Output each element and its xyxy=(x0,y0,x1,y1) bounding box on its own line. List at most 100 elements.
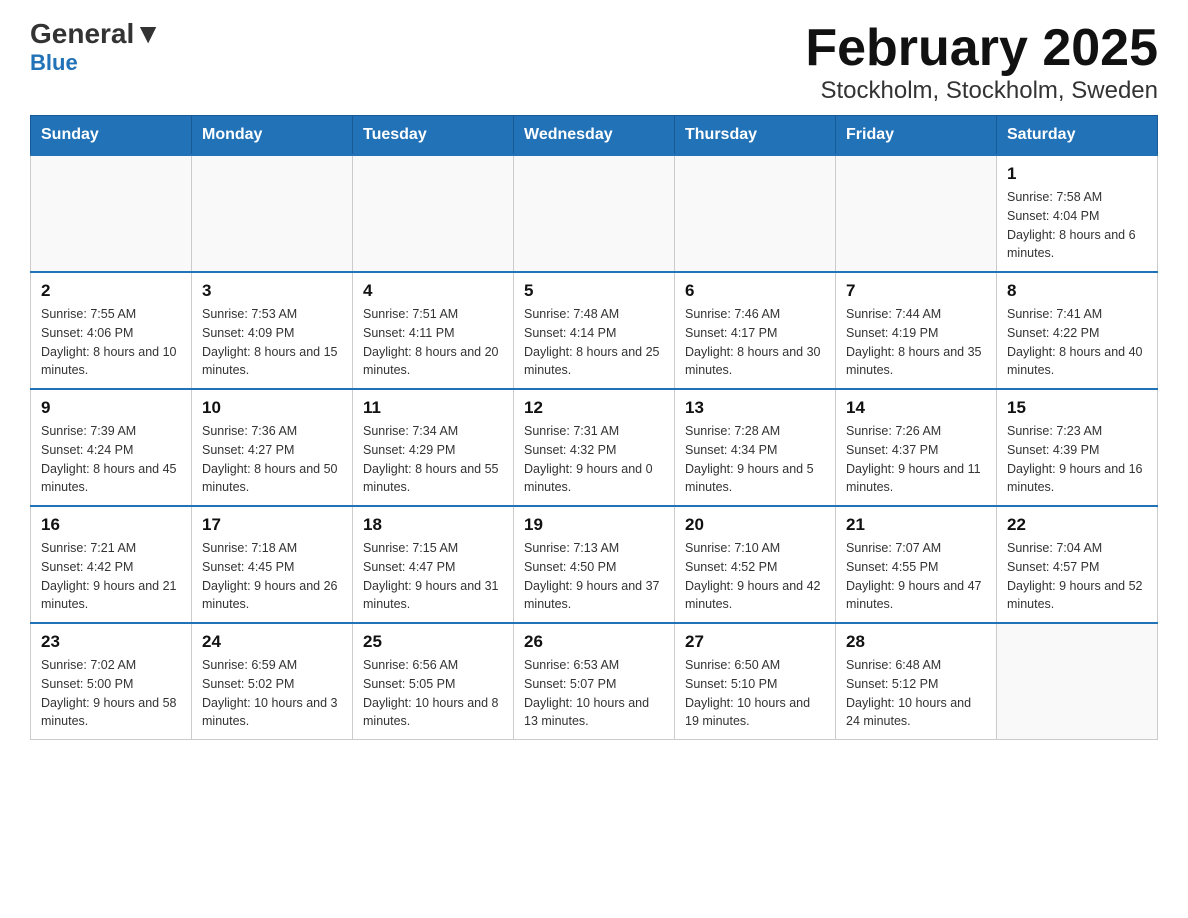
day-info: Sunrise: 7:39 AMSunset: 4:24 PMDaylight:… xyxy=(41,422,181,497)
col-thursday: Thursday xyxy=(675,116,836,156)
calendar-cell: 21 Sunrise: 7:07 AMSunset: 4:55 PMDayligh… xyxy=(836,506,997,623)
day-info: Sunrise: 7:31 AMSunset: 4:32 PMDaylight:… xyxy=(524,422,664,497)
day-number: 24 xyxy=(202,632,342,652)
day-info: Sunrise: 7:28 AMSunset: 4:34 PMDaylight:… xyxy=(685,422,825,497)
calendar-cell: 13 Sunrise: 7:28 AMSunset: 4:34 PMDayligh… xyxy=(675,389,836,506)
day-info: Sunrise: 6:56 AMSunset: 5:05 PMDaylight:… xyxy=(363,656,503,731)
calendar-cell: 28Sunrise: 6:48 AMSunset: 5:12 PMDayligh… xyxy=(836,623,997,740)
calendar-cell: 25 Sunrise: 6:56 AMSunset: 5:05 PMDayligh… xyxy=(353,623,514,740)
calendar-header: Sunday Monday Tuesday Wednesday Thursday… xyxy=(31,116,1158,156)
day-number: 2 xyxy=(41,281,181,301)
calendar-cell: 24 Sunrise: 6:59 AMSunset: 5:02 PMDayligh… xyxy=(192,623,353,740)
col-tuesday: Tuesday xyxy=(353,116,514,156)
day-info: Sunrise: 7:58 AMSunset: 4:04 PMDaylight:… xyxy=(1007,188,1147,263)
day-info: Sunrise: 7:44 AMSunset: 4:19 PMDaylight:… xyxy=(846,305,986,380)
day-info: Sunrise: 7:10 AMSunset: 4:52 PMDaylight:… xyxy=(685,539,825,614)
day-number: 25 xyxy=(363,632,503,652)
day-number: 22 xyxy=(1007,515,1147,535)
calendar-cell: 5Sunrise: 7:48 AMSunset: 4:14 PMDaylight… xyxy=(514,272,675,389)
day-info: Sunrise: 7:15 AMSunset: 4:47 PMDaylight:… xyxy=(363,539,503,614)
calendar-cell: 15Sunrise: 7:23 AMSunset: 4:39 PMDayligh… xyxy=(997,389,1158,506)
col-friday: Friday xyxy=(836,116,997,156)
day-number: 21 xyxy=(846,515,986,535)
calendar-table: Sunday Monday Tuesday Wednesday Thursday… xyxy=(30,115,1158,740)
day-number: 20 xyxy=(685,515,825,535)
logo: General▼ Blue xyxy=(30,20,162,76)
col-sunday: Sunday xyxy=(31,116,192,156)
day-number: 23 xyxy=(41,632,181,652)
day-number: 11 xyxy=(363,398,503,418)
day-number: 26 xyxy=(524,632,664,652)
day-number: 5 xyxy=(524,281,664,301)
day-info: Sunrise: 7:18 AMSunset: 4:45 PMDaylight:… xyxy=(202,539,342,614)
calendar-week-5: 23Sunrise: 7:02 AMSunset: 5:00 PMDayligh… xyxy=(31,623,1158,740)
calendar-cell: 10Sunrise: 7:36 AMSunset: 4:27 PMDayligh… xyxy=(192,389,353,506)
day-number: 27 xyxy=(685,632,825,652)
day-number: 19 xyxy=(524,515,664,535)
day-info: Sunrise: 7:34 AMSunset: 4:29 PMDaylight:… xyxy=(363,422,503,497)
logo-text: General▼ xyxy=(30,20,162,48)
day-number: 16 xyxy=(41,515,181,535)
calendar-cell: 9 Sunrise: 7:39 AMSunset: 4:24 PMDaylight… xyxy=(31,389,192,506)
day-number: 14 xyxy=(846,398,986,418)
day-info: Sunrise: 7:53 AMSunset: 4:09 PMDaylight:… xyxy=(202,305,342,380)
day-info: Sunrise: 7:23 AMSunset: 4:39 PMDaylight:… xyxy=(1007,422,1147,497)
day-number: 4 xyxy=(363,281,503,301)
calendar-cell: 26Sunrise: 6:53 AMSunset: 5:07 PMDayligh… xyxy=(514,623,675,740)
calendar-cell xyxy=(675,155,836,272)
day-info: Sunrise: 7:04 AMSunset: 4:57 PMDaylight:… xyxy=(1007,539,1147,614)
day-number: 9 xyxy=(41,398,181,418)
calendar-title: February 2025 xyxy=(805,20,1158,77)
page-header: General▼ Blue February 2025 Stockholm, S… xyxy=(30,20,1158,105)
calendar-cell xyxy=(353,155,514,272)
calendar-cell xyxy=(997,623,1158,740)
calendar-cell xyxy=(514,155,675,272)
day-number: 1 xyxy=(1007,164,1147,184)
day-info: Sunrise: 7:51 AMSunset: 4:11 PMDaylight:… xyxy=(363,305,503,380)
day-info: Sunrise: 7:13 AMSunset: 4:50 PMDaylight:… xyxy=(524,539,664,614)
day-info: Sunrise: 7:21 AMSunset: 4:42 PMDaylight:… xyxy=(41,539,181,614)
calendar-cell: 4 Sunrise: 7:51 AMSunset: 4:11 PMDaylight… xyxy=(353,272,514,389)
title-block: February 2025 Stockholm, Stockholm, Swed… xyxy=(805,20,1158,105)
day-info: Sunrise: 7:55 AMSunset: 4:06 PMDaylight:… xyxy=(41,305,181,380)
day-info: Sunrise: 7:41 AMSunset: 4:22 PMDaylight:… xyxy=(1007,305,1147,380)
calendar-cell: 7 Sunrise: 7:44 AMSunset: 4:19 PMDaylight… xyxy=(836,272,997,389)
day-number: 18 xyxy=(363,515,503,535)
calendar-cell: 8 Sunrise: 7:41 AMSunset: 4:22 PMDaylight… xyxy=(997,272,1158,389)
calendar-cell: 14 Sunrise: 7:26 AMSunset: 4:37 PMDayligh… xyxy=(836,389,997,506)
calendar-week-2: 2 Sunrise: 7:55 AMSunset: 4:06 PMDaylight… xyxy=(31,272,1158,389)
calendar-cell: 2 Sunrise: 7:55 AMSunset: 4:06 PMDaylight… xyxy=(31,272,192,389)
day-number: 13 xyxy=(685,398,825,418)
calendar-cell: 11 Sunrise: 7:34 AMSunset: 4:29 PMDayligh… xyxy=(353,389,514,506)
calendar-cell: 27 Sunrise: 6:50 AMSunset: 5:10 PMDayligh… xyxy=(675,623,836,740)
day-number: 3 xyxy=(202,281,342,301)
calendar-cell: 22 Sunrise: 7:04 AMSunset: 4:57 PMDayligh… xyxy=(997,506,1158,623)
calendar-cell: 6 Sunrise: 7:46 AMSunset: 4:17 PMDaylight… xyxy=(675,272,836,389)
day-info: Sunrise: 6:50 AMSunset: 5:10 PMDaylight:… xyxy=(685,656,825,731)
day-number: 12 xyxy=(524,398,664,418)
calendar-cell xyxy=(192,155,353,272)
day-number: 28 xyxy=(846,632,986,652)
calendar-cell xyxy=(31,155,192,272)
logo-blue: Blue xyxy=(30,50,78,76)
calendar-body: 1 Sunrise: 7:58 AMSunset: 4:04 PMDaylight… xyxy=(31,155,1158,740)
day-info: Sunrise: 7:07 AMSunset: 4:55 PMDaylight:… xyxy=(846,539,986,614)
day-number: 6 xyxy=(685,281,825,301)
calendar-cell: 18 Sunrise: 7:15 AMSunset: 4:47 PMDayligh… xyxy=(353,506,514,623)
day-info: Sunrise: 7:26 AMSunset: 4:37 PMDaylight:… xyxy=(846,422,986,497)
col-saturday: Saturday xyxy=(997,116,1158,156)
day-number: 10 xyxy=(202,398,342,418)
day-info: Sunrise: 6:59 AMSunset: 5:02 PMDaylight:… xyxy=(202,656,342,731)
calendar-cell: 23Sunrise: 7:02 AMSunset: 5:00 PMDayligh… xyxy=(31,623,192,740)
calendar-cell: 16 Sunrise: 7:21 AMSunset: 4:42 PMDayligh… xyxy=(31,506,192,623)
calendar-week-4: 16 Sunrise: 7:21 AMSunset: 4:42 PMDayligh… xyxy=(31,506,1158,623)
day-number: 17 xyxy=(202,515,342,535)
calendar-cell: 12 Sunrise: 7:31 AMSunset: 4:32 PMDayligh… xyxy=(514,389,675,506)
col-wednesday: Wednesday xyxy=(514,116,675,156)
col-monday: Monday xyxy=(192,116,353,156)
day-number: 7 xyxy=(846,281,986,301)
day-info: Sunrise: 7:46 AMSunset: 4:17 PMDaylight:… xyxy=(685,305,825,380)
day-number: 8 xyxy=(1007,281,1147,301)
calendar-cell: 19 Sunrise: 7:13 AMSunset: 4:50 PMDayligh… xyxy=(514,506,675,623)
calendar-week-1: 1 Sunrise: 7:58 AMSunset: 4:04 PMDaylight… xyxy=(31,155,1158,272)
